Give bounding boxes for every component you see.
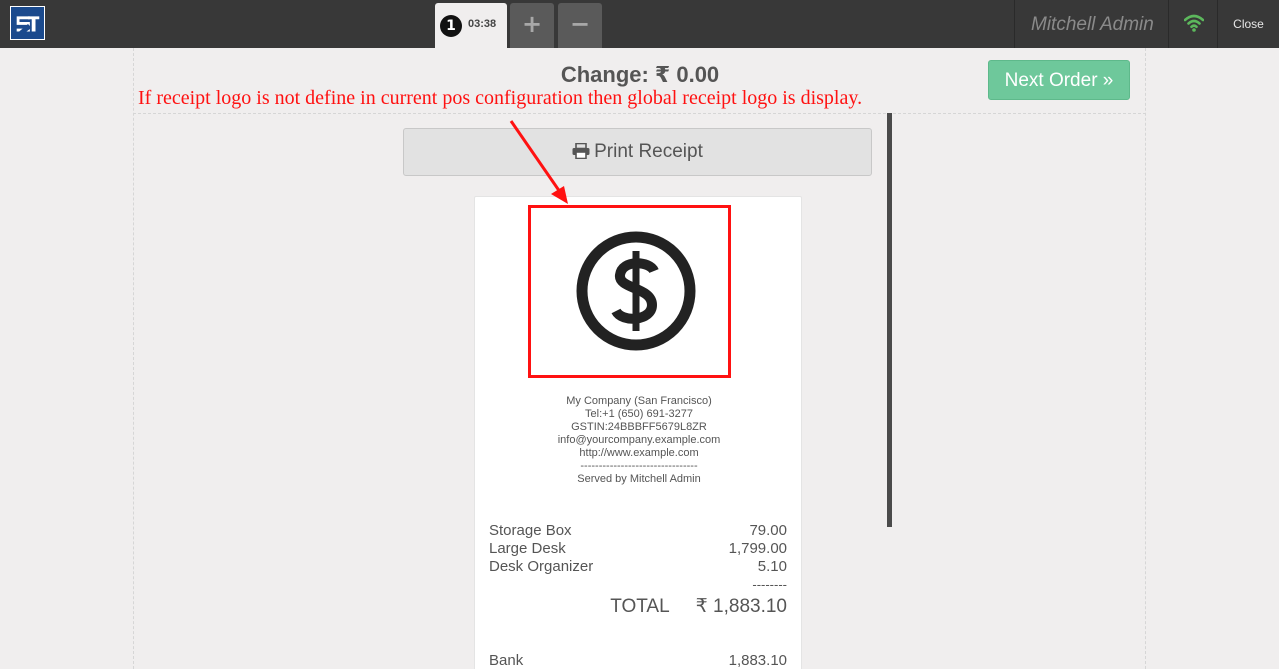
- company-phone: Tel:+1 (650) 691-3277: [585, 408, 693, 420]
- annotation-arrow: [509, 120, 568, 204]
- line-product: Desk Organizer: [489, 558, 594, 575]
- total-separator: --------: [752, 577, 787, 592]
- company-info: My Company (San Francisco) Tel:+1 (650) …: [475, 395, 803, 486]
- line-amount: 79.00: [749, 522, 787, 539]
- next-order-button[interactable]: Next Order »: [988, 60, 1130, 100]
- served-by: Served by Mitchell Admin: [577, 473, 701, 485]
- order-number-badge: 1: [440, 15, 462, 37]
- payment-amount: 1,883.10: [728, 652, 787, 669]
- order-line: Large Desk 1,799.00: [489, 540, 787, 558]
- scrollbar[interactable]: [887, 113, 892, 527]
- connection-status[interactable]: [1168, 0, 1217, 48]
- divider: [133, 113, 1146, 114]
- username: Mitchell Admin: [1031, 14, 1154, 35]
- company-website: http://www.example.com: [579, 447, 699, 459]
- company-email: info@yourcompany.example.com: [557, 434, 721, 446]
- add-order-button[interactable]: +: [510, 3, 554, 48]
- annotation-text: If receipt logo is not define in current…: [138, 87, 863, 109]
- total-row: TOTAL ₹ 1,883.10: [489, 594, 787, 620]
- print-receipt-button[interactable]: Print Receipt: [403, 128, 872, 176]
- payment-line: Bank 1,883.10: [489, 652, 787, 669]
- close-button[interactable]: Close: [1217, 0, 1279, 48]
- company-separator: --------------------------------: [580, 460, 698, 472]
- receipt-logo: [528, 205, 731, 378]
- company-name: My Company (San Francisco): [566, 395, 712, 407]
- order-line: Storage Box 79.00: [489, 522, 787, 540]
- order-line: Desk Organizer 5.10: [489, 558, 787, 576]
- company-logo-icon: [10, 6, 45, 40]
- wifi-icon: [1184, 14, 1204, 32]
- pos-topbar: 1 03:38 + − Mitchell Admin Close: [0, 0, 1279, 48]
- line-amount: 5.10: [757, 558, 787, 575]
- receipt: My Company (San Francisco) Tel:+1 (650) …: [474, 196, 802, 669]
- company-gstin: GSTIN:24BBBFF5679L8ZR: [571, 421, 707, 433]
- total-label: TOTAL: [610, 596, 670, 617]
- line-product: Storage Box: [489, 522, 572, 539]
- order-time: 03:38: [468, 18, 497, 30]
- dollar-circle-icon: [576, 231, 696, 351]
- line-amount: 1,799.00: [728, 540, 787, 557]
- order-tab[interactable]: 1 03:38: [435, 3, 507, 48]
- total-value: ₹ 1,883.10: [695, 596, 787, 617]
- order-lines: Storage Box 79.00 Large Desk 1,799.00 De…: [489, 522, 787, 620]
- change-amount: Change: ₹ 0.00: [560, 62, 720, 87]
- user-menu[interactable]: Mitchell Admin: [1014, 0, 1168, 48]
- line-product: Large Desk: [489, 540, 566, 557]
- payment-method: Bank: [489, 652, 524, 669]
- remove-order-button[interactable]: −: [558, 3, 602, 48]
- print-receipt-label: Print Receipt: [594, 141, 703, 162]
